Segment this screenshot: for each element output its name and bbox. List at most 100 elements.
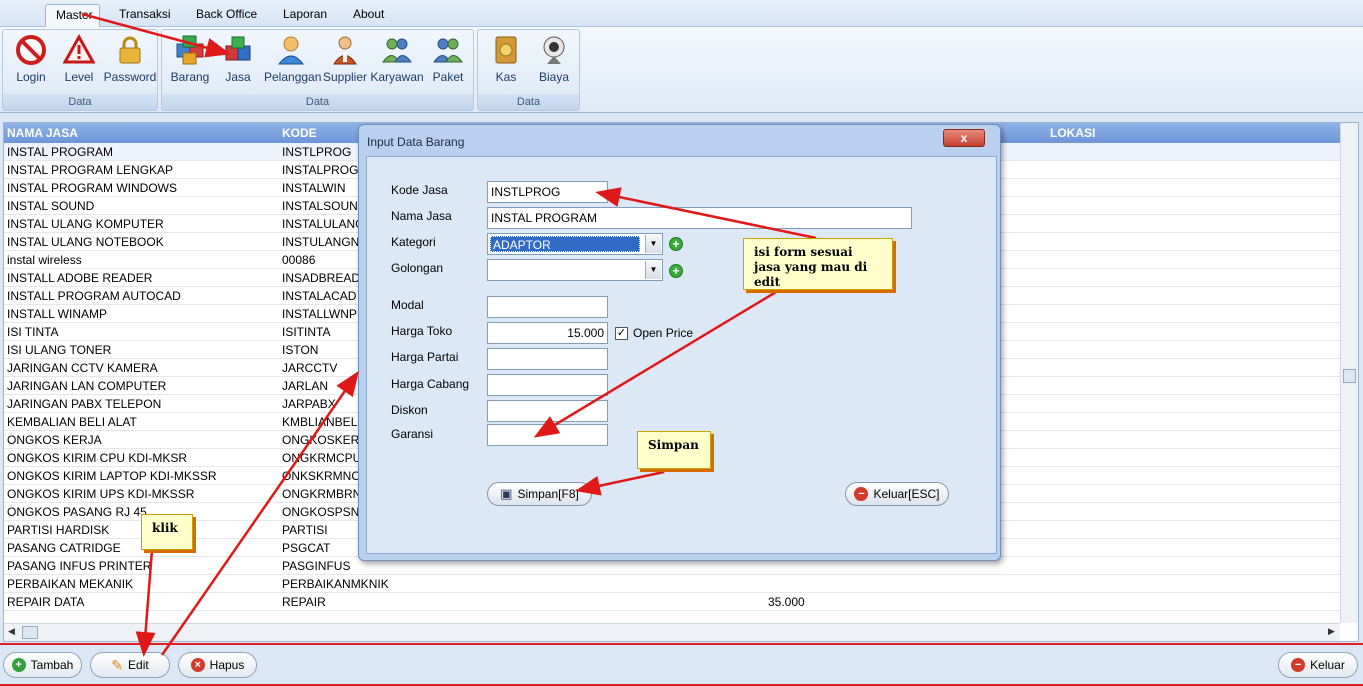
cell-kode: INSTLPROG — [282, 145, 352, 159]
horizontal-scrollbar[interactable]: ◀ ▶ — [4, 623, 1340, 641]
cell-kode: ISTON — [282, 343, 319, 357]
chevron-down-icon[interactable]: ▼ — [645, 235, 661, 253]
add-kategori-icon[interactable]: + — [669, 237, 683, 251]
cell-nama-jasa: REPAIR DATA — [7, 595, 85, 609]
column-nama-jasa[interactable]: NAMA JASA — [7, 126, 78, 140]
cell-kode: PERBAIKANMKNIK — [282, 577, 389, 591]
hapus-button[interactable]: × Hapus — [178, 652, 257, 678]
input-data-barang-dialog: Input Data Barang x Kode Jasa Nama Jasa … — [358, 124, 1001, 561]
modal-input[interactable] — [487, 296, 608, 318]
password-button[interactable]: Password — [103, 32, 157, 90]
cell-nama-jasa: INSTAL PROGRAM — [7, 145, 114, 159]
cell-nama-jasa: INSTAL ULANG KOMPUTER — [7, 217, 164, 231]
no-entry-icon — [16, 35, 46, 65]
keluar-esc-button[interactable]: − Keluar[ESC] — [845, 482, 949, 506]
harga-partai-input[interactable] — [487, 348, 608, 370]
vertical-scroll-thumb[interactable] — [1343, 369, 1356, 383]
scroll-right-icon[interactable]: ▶ — [1328, 626, 1335, 637]
edit-label: Edit — [128, 658, 149, 672]
golongan-select[interactable]: ▼ — [487, 259, 663, 281]
menu-tab-laporan[interactable]: Laporan — [273, 4, 337, 27]
delete-icon: × — [190, 658, 205, 672]
kategori-select[interactable]: ADAPTOR ▼ — [487, 233, 663, 255]
harga-cabang-input[interactable] — [487, 374, 608, 396]
scroll-left-icon[interactable]: ◀ — [8, 626, 15, 637]
keluar-label: Keluar — [1310, 658, 1345, 672]
simpan-label: Simpan[F8] — [517, 487, 579, 501]
cell-nama-jasa: ONGKOS KIRIM CPU KDI-MKSR — [7, 451, 188, 465]
cell-kode: 00086 — [282, 253, 316, 267]
diskon-input[interactable] — [487, 400, 608, 422]
cell-kode: INSTULANGNB — [282, 235, 368, 249]
menu-tab-master[interactable]: Master — [45, 4, 100, 27]
pelanggan-button[interactable]: Pelanggan — [264, 32, 322, 90]
cell-nama-jasa: KEMBALIAN BELI ALAT — [7, 415, 137, 429]
modal-label: Modal — [391, 298, 424, 312]
cell-kode: JARPABX — [282, 397, 336, 411]
barang-button[interactable]: Barang — [168, 32, 212, 90]
cell-nama-jasa: JARINGAN PABX TELEPON — [7, 397, 162, 411]
cell-kode: INSTALSOUND — [282, 199, 367, 213]
bottom-toolbar: + Tambah ✎ Edit × Hapus − Keluar — [0, 643, 1363, 686]
simpan-button[interactable]: ▣ Simpan[F8] — [487, 482, 592, 506]
tambah-button[interactable]: + Tambah — [3, 652, 82, 678]
horizontal-scroll-thumb[interactable] — [22, 626, 38, 639]
nama-jasa-label: Nama Jasa — [391, 209, 452, 223]
column-lokasi[interactable]: LOKASI — [1050, 126, 1095, 140]
menu-tab-transaksi[interactable]: Transaksi — [109, 4, 181, 27]
karyawan-button[interactable]: Karyawan — [370, 32, 424, 90]
pelanggan-label: Pelanggan — [264, 70, 322, 84]
lock-icon — [119, 36, 141, 64]
password-label: Password — [103, 70, 157, 84]
dialog-close-button[interactable]: x — [943, 129, 985, 147]
keluar-button[interactable]: − Keluar — [1278, 652, 1358, 678]
harga-toko-label: Harga Toko — [391, 324, 453, 338]
cell-nama-jasa: PARTISI HARDISK — [7, 523, 110, 537]
cell-nama-jasa: instal wireless — [7, 253, 82, 267]
garansi-input[interactable] — [487, 424, 608, 446]
level-button[interactable]: Level — [57, 32, 101, 90]
kas-button[interactable]: Kas — [484, 32, 528, 90]
edit-button[interactable]: ✎ Edit — [90, 652, 170, 678]
jasa-button[interactable]: Jasa — [216, 32, 260, 90]
menu-tab-about[interactable]: About — [343, 4, 394, 27]
karyawan-label: Karyawan — [370, 70, 424, 84]
chevron-down-icon[interactable]: ▼ — [645, 261, 661, 279]
kode-jasa-input[interactable]: INSTLPROG — [487, 181, 608, 203]
ribbon: Login Level Password Data Barang Jasa Pe… — [0, 27, 1363, 113]
nama-jasa-input[interactable]: INSTAL PROGRAM — [487, 207, 912, 229]
cell-nama-jasa: ISI ULANG TONER — [7, 343, 112, 357]
menu-tab-back-office[interactable]: Back Office — [186, 4, 267, 27]
cell-kode: ONGKRMCPU — [282, 451, 362, 465]
cell-nama-jasa: ONGKOS PASANG RJ 45 — [7, 505, 147, 519]
open-price-checkbox[interactable]: ✓ — [615, 327, 628, 340]
cell-kode: INSADBREADE — [282, 271, 369, 285]
barang-label: Barang — [170, 70, 210, 84]
kas-label: Kas — [495, 70, 517, 84]
cell-kode: INSTALACAD — [282, 289, 357, 303]
cell-nama-jasa: PERBAIKAN MEKANIK — [7, 577, 134, 591]
biaya-button[interactable]: Biaya — [532, 32, 576, 90]
cell-nama-jasa: INSTALL WINAMP — [7, 307, 108, 321]
biaya-label: Biaya — [538, 70, 570, 84]
ribbon-group-label: Data — [478, 94, 579, 110]
dialog-title: Input Data Barang — [367, 135, 465, 149]
dialog-body: Kode Jasa Nama Jasa Kategori Golongan Mo… — [366, 156, 997, 554]
cell-kode: INSTALWIN — [282, 181, 346, 195]
level-label: Level — [64, 70, 94, 84]
paket-button[interactable]: Paket — [426, 32, 470, 90]
column-kode[interactable]: KODE — [282, 126, 317, 140]
annotation-isi-form: isi form sesuai jasa yang mau di edit — [743, 238, 893, 290]
cell-nama-jasa: ONGKOS KIRIM UPS KDI-MKSSR — [7, 487, 195, 501]
supplier-button[interactable]: Supplier — [322, 32, 368, 90]
login-button[interactable]: Login — [9, 32, 53, 90]
vertical-scrollbar[interactable] — [1340, 123, 1358, 623]
add-golongan-icon[interactable]: + — [669, 264, 683, 278]
harga-toko-input[interactable]: 15.000 — [487, 322, 608, 344]
cash-book-icon — [495, 36, 517, 64]
golongan-label: Golongan — [391, 261, 444, 275]
table-row[interactable]: REPAIR DATA REPAIR 35.000 — [4, 593, 1340, 611]
annotation-simpan: Simpan — [637, 431, 711, 469]
table-row[interactable]: PERBAIKAN MEKANIK PERBAIKANMKNIK — [4, 575, 1340, 593]
harga-cabang-label: Harga Cabang — [391, 377, 470, 391]
